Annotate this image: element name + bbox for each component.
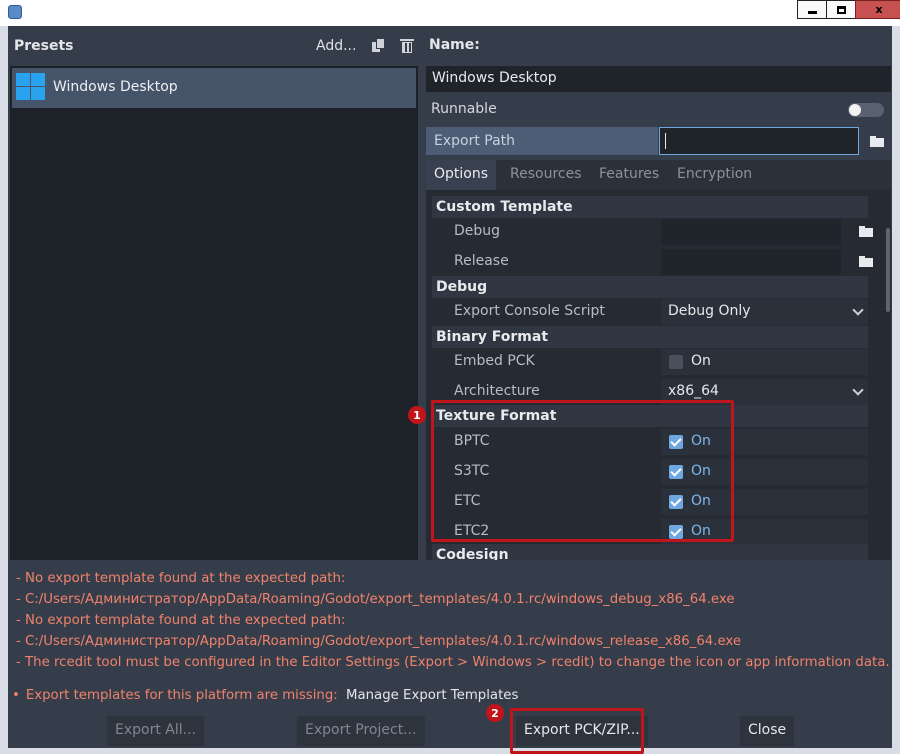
- tab-encryption[interactable]: Encryption: [669, 160, 760, 190]
- checkbox-label: On: [691, 523, 711, 539]
- export-pck-zip-button[interactable]: Export PCK/ZIP...: [516, 716, 648, 746]
- prop-label: ETC: [454, 493, 481, 509]
- prop-etc: ETC On: [432, 488, 868, 516]
- error-line: - No export template found at the expect…: [16, 613, 346, 628]
- close-window-button[interactable]: x: [855, 0, 900, 19]
- s3tc-checkbox[interactable]: On: [661, 459, 868, 485]
- prop-embed-pck: Embed PCK On: [432, 348, 868, 376]
- close-icon: x: [875, 3, 883, 16]
- checkbox-checked-icon: [669, 495, 683, 509]
- section-codesign[interactable]: Codesign: [432, 544, 868, 560]
- windows-logo-icon: [16, 73, 46, 101]
- preset-name-input[interactable]: Windows Desktop: [426, 66, 891, 92]
- prop-architecture: Architecture x86_64: [432, 378, 868, 406]
- bullet: •: [12, 688, 20, 703]
- minimize-button[interactable]: [797, 0, 827, 19]
- tab-options[interactable]: Options: [426, 160, 497, 190]
- error-messages: - No export template found at the expect…: [16, 568, 896, 673]
- prop-bptc: BPTC On: [432, 428, 868, 456]
- export-project-button[interactable]: Export Project...: [297, 716, 425, 746]
- chevron-down-icon: [852, 304, 864, 316]
- prop-label: Release: [454, 253, 509, 269]
- checkbox-checked-icon: [669, 525, 683, 539]
- name-label: Name:: [429, 37, 480, 53]
- tab-features[interactable]: Features: [591, 160, 667, 190]
- prop-label: S3TC: [454, 463, 490, 479]
- error-line: - C:/Users/Администратор/AppData/Roaming…: [16, 592, 735, 607]
- prop-label: Export Console Script: [454, 303, 605, 319]
- prop-etc2: ETC2 On: [432, 518, 868, 546]
- custom-template-debug-folder-icon[interactable]: [859, 226, 873, 237]
- minimize-icon: [807, 11, 817, 14]
- select-value: x86_64: [668, 383, 719, 399]
- checkbox-label: On: [691, 463, 711, 479]
- checkbox-label: On: [691, 353, 711, 369]
- checkbox-checked-icon: [669, 435, 683, 449]
- section-debug[interactable]: Debug: [432, 276, 868, 298]
- prop-label: BPTC: [454, 433, 490, 449]
- export-path-folder-icon[interactable]: [870, 136, 884, 147]
- etc2-checkbox[interactable]: On: [661, 519, 868, 545]
- close-button[interactable]: Close: [740, 716, 795, 746]
- maximize-button[interactable]: [826, 0, 856, 19]
- options-inspector: Custom Template Debug Release Debug Expo…: [426, 190, 891, 560]
- missing-templates-row: • Export templates for this platform are …: [12, 685, 892, 707]
- etc-checkbox[interactable]: On: [661, 489, 868, 515]
- runnable-label: Runnable: [431, 101, 497, 117]
- options-scrollbar[interactable]: [886, 228, 890, 312]
- missing-templates-message: Export templates for this platform are m…: [25, 688, 338, 703]
- prop-custom-template-release: Release: [432, 248, 873, 276]
- prop-label: Debug: [454, 223, 501, 239]
- maximize-icon: [836, 5, 846, 14]
- prop-s3tc: S3TC On: [432, 458, 868, 486]
- section-custom-template[interactable]: Custom Template: [432, 196, 868, 218]
- duplicate-icon[interactable]: [372, 39, 384, 53]
- error-line: - The rcedit tool must be configured in …: [16, 655, 890, 670]
- export-console-script-select[interactable]: Debug Only: [661, 299, 868, 325]
- window-titlebar: x: [0, 0, 900, 26]
- error-line: - No export template found at the expect…: [16, 571, 346, 586]
- presets-header: Presets Add...: [14, 36, 416, 58]
- custom-template-release-input[interactable]: [661, 249, 841, 275]
- delete-icon[interactable]: [400, 39, 414, 53]
- presets-list[interactable]: Windows Desktop: [10, 66, 418, 560]
- error-line: - C:/Users/Администратор/AppData/Roaming…: [16, 634, 742, 649]
- preset-item-windows-desktop[interactable]: Windows Desktop: [12, 68, 416, 108]
- options-tabs: Options Resources Features Encryption: [426, 160, 891, 190]
- checkbox-label: On: [691, 433, 711, 449]
- chevron-down-icon: [852, 384, 864, 396]
- checkbox-label: On: [691, 493, 711, 509]
- godot-app-icon: [8, 5, 22, 19]
- dialog-frame: Presets Add... Windows Desktop Name: Win…: [0, 26, 900, 754]
- architecture-select[interactable]: x86_64: [661, 379, 868, 405]
- custom-template-release-folder-icon[interactable]: [859, 256, 873, 267]
- prop-export-console-script: Export Console Script Debug Only: [432, 298, 868, 326]
- annotation-badge-2: 2: [486, 704, 504, 722]
- checkbox-unchecked-icon: [669, 355, 683, 369]
- presets-title: Presets: [14, 38, 74, 54]
- prop-label: ETC2: [454, 523, 490, 539]
- preset-label: Windows Desktop: [53, 79, 178, 95]
- prop-custom-template-debug: Debug: [432, 218, 873, 246]
- export-dialog: Presets Add... Windows Desktop Name: Win…: [8, 26, 892, 754]
- annotation-badge-1: 1: [408, 406, 426, 424]
- select-value: Debug Only: [668, 303, 751, 319]
- embed-pck-checkbox[interactable]: On: [661, 349, 868, 375]
- prop-label: Embed PCK: [454, 353, 535, 369]
- checkbox-checked-icon: [669, 465, 683, 479]
- runnable-toggle[interactable]: [848, 103, 884, 117]
- section-binary-format[interactable]: Binary Format: [432, 326, 868, 348]
- section-texture-format[interactable]: Texture Format: [432, 405, 868, 427]
- tab-resources[interactable]: Resources: [502, 160, 590, 190]
- bptc-checkbox[interactable]: On: [661, 429, 868, 455]
- export-path-label: Export Path: [426, 127, 658, 155]
- add-preset-button[interactable]: Add...: [316, 38, 356, 54]
- export-all-button[interactable]: Export All...: [107, 716, 204, 746]
- custom-template-debug-input[interactable]: [661, 219, 841, 245]
- prop-label: Architecture: [454, 383, 540, 399]
- export-path-input[interactable]: [659, 127, 859, 155]
